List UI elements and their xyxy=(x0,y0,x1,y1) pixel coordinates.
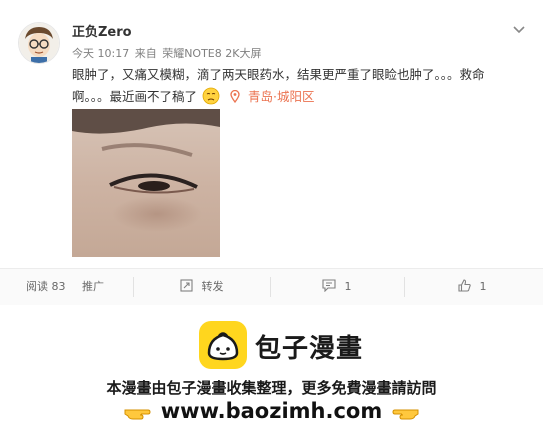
post-text-line1: 眼肿了，又痛又模糊，滴了两天眼药水，结果更严重了眼睑也肿了。。。救命 xyxy=(72,67,485,82)
location-pin-icon xyxy=(230,88,240,110)
action-bar: 阅读 83 推广 转发 1 1 xyxy=(0,268,543,305)
post-photo[interactable] xyxy=(72,109,220,257)
share-label: 转发 xyxy=(201,280,224,293)
comment-button[interactable]: 1 xyxy=(322,269,352,304)
post-text: 眼肿了，又痛又模糊，滴了两天眼药水，结果更严重了眼睑也肿了。。。救命 啊。。。最… xyxy=(72,64,527,112)
share-icon xyxy=(180,279,202,293)
post-time[interactable]: 今天 10:17 xyxy=(72,47,129,60)
promote-button[interactable]: 推广 xyxy=(82,269,104,304)
post-meta: 今天 10:17 来自 荣耀NOTE8 2K大屏 xyxy=(72,45,263,61)
like-count: 1 xyxy=(479,280,487,293)
footer-url-row: www.baozimh.com xyxy=(0,399,543,428)
post-source[interactable]: 荣耀NOTE8 2K大屏 xyxy=(162,47,261,60)
avatar[interactable] xyxy=(18,22,60,64)
location-link[interactable]: 青岛·城阳区 xyxy=(248,89,314,104)
comment-icon xyxy=(322,279,345,293)
username[interactable]: 正负Zero xyxy=(72,21,132,40)
weibo-post-card: 正负Zero 今天 10:17 来自 荣耀NOTE8 2K大屏 眼肿了，又痛又模… xyxy=(0,0,543,303)
comment-count: 1 xyxy=(344,280,352,293)
footer-url[interactable]: www.baozimh.com xyxy=(161,399,382,423)
pointing-hand-icon xyxy=(392,401,420,428)
read-count: 阅读 83 xyxy=(26,280,66,293)
like-button[interactable]: 1 xyxy=(458,269,487,304)
divider xyxy=(133,277,134,297)
post-text-line2: 啊。。。最近画不了稿了 xyxy=(72,89,198,104)
share-button[interactable]: 转发 xyxy=(180,269,224,304)
bun-logo-icon xyxy=(199,321,247,369)
pointing-hand-icon xyxy=(123,401,151,428)
like-icon xyxy=(458,279,480,293)
brand-name: 包子漫畫 xyxy=(255,334,364,364)
chevron-down-icon[interactable] xyxy=(513,20,525,34)
footer-notice: 本漫畫由包子漫畫收集整理，更多免費漫畫請訪問 xyxy=(106,379,437,397)
divider xyxy=(404,277,405,297)
divider xyxy=(270,277,271,297)
source-prefix: 来自 xyxy=(134,47,157,60)
